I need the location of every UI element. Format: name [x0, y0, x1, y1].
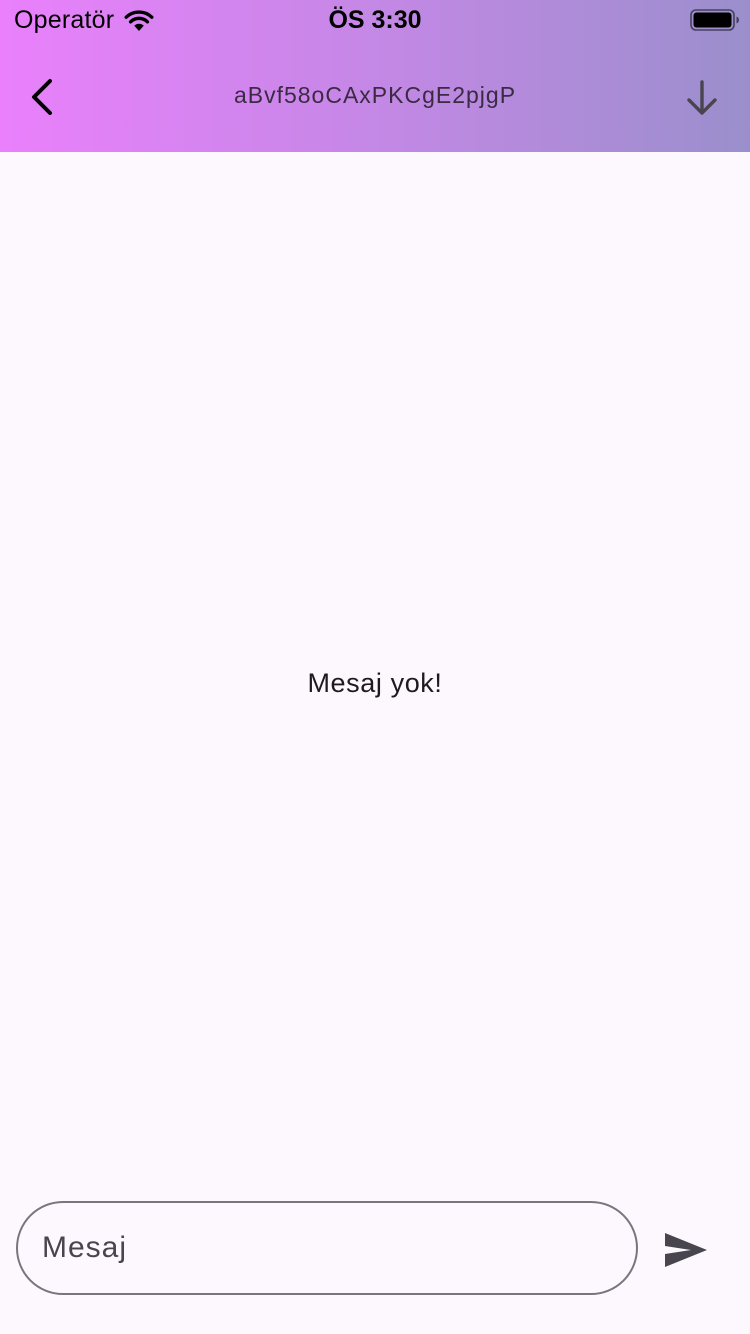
scroll-to-bottom-button[interactable]: [676, 72, 728, 124]
empty-messages-label: Mesaj yok!: [307, 668, 443, 698]
send-button[interactable]: [656, 1223, 716, 1277]
chat-title: aBvf58oCAxPKCgE2pjgP: [233, 82, 517, 108]
message-input[interactable]: [16, 1201, 638, 1295]
navigation-bar: aBvf58oCAxPKCgE2pjgP: [0, 40, 750, 152]
status-bar: Operatör ÖS 3:30: [0, 0, 750, 40]
app-header: Operatör ÖS 3:30 aBvf58oCAxPKCgE2pjgP: [0, 0, 750, 152]
message-composer: [0, 1190, 750, 1310]
chat-screen: Operatör ÖS 3:30 aBvf58oCAxPKCgE2pjgP Me…: [0, 0, 750, 1334]
send-icon: [665, 1233, 707, 1267]
arrow-down-icon: [687, 80, 717, 115]
chevron-left-icon: [32, 79, 52, 115]
battery-full-icon: [690, 9, 739, 31]
status-time: ÖS 3:30: [328, 6, 422, 34]
back-button[interactable]: [18, 70, 68, 124]
